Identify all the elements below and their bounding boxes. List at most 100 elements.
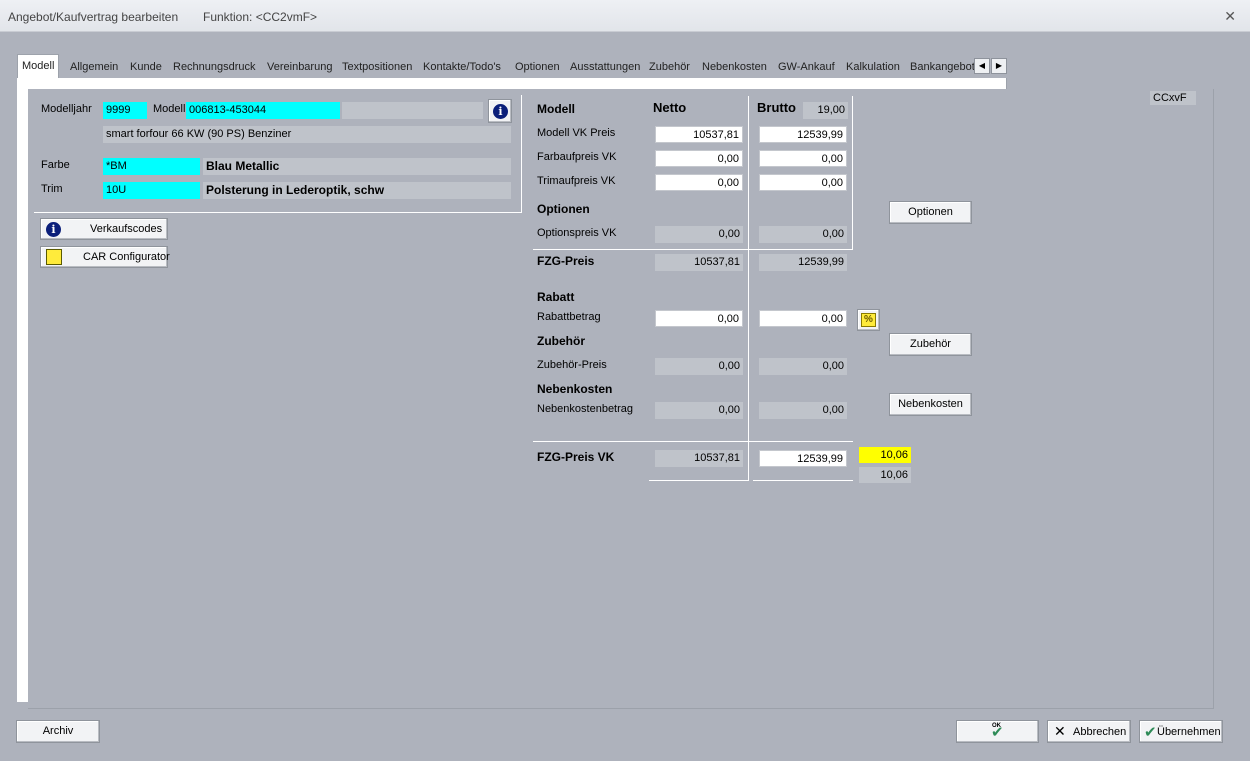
verkaufscodes-label: Verkaufscodes <box>90 223 163 235</box>
optionen-header: Optionen <box>537 202 590 216</box>
trim-name: Polsterung in Lederoptik, schw <box>203 182 511 199</box>
tab-gw-ankauf[interactable]: GW-Ankauf <box>778 56 835 78</box>
fzg-preis-label: FZG-Preis <box>537 254 595 268</box>
farbaufpreis-brutto-field[interactable]: 0,00 <box>759 150 847 167</box>
trimaufpreis-label: Trimaufpreis VK <box>537 175 616 187</box>
tab-zubehoer[interactable]: Zubehör <box>649 56 690 78</box>
tab-kontakte-todos[interactable]: Kontakte/Todo's <box>423 56 501 78</box>
tab-modell[interactable]: Modell <box>17 54 60 78</box>
modell-field[interactable]: 006813-453044 <box>186 102 340 119</box>
verkaufscodes-button[interactable]: i Verkaufscodes <box>40 218 168 240</box>
zubehoer-button[interactable]: Zubehör <box>889 333 972 356</box>
tab-scroll-left-button[interactable]: ◀ <box>974 58 990 74</box>
tab-allgemein[interactable]: Allgemein <box>70 56 118 78</box>
modell-info-button[interactable]: i <box>488 99 512 123</box>
uebernehmen-button[interactable]: ✔ Übernehmen <box>1139 720 1223 743</box>
tab-optionen[interactable]: Optionen <box>515 56 560 78</box>
trimaufpreis-brutto-field[interactable]: 0,00 <box>759 174 847 191</box>
info-icon: i <box>46 222 61 237</box>
brutto-header: Brutto <box>757 100 796 115</box>
farbaufpreis-label: Farbaufpreis VK <box>537 151 617 163</box>
nebenkostenbetrag-netto: 0,00 <box>655 402 743 419</box>
archiv-button[interactable]: Archiv <box>16 720 100 743</box>
zubehoer-preis-netto: 0,00 <box>655 358 743 375</box>
fzg-vk-divider <box>533 441 853 442</box>
rabattbetrag-netto-field[interactable]: 0,00 <box>655 310 743 327</box>
vehicle-right-border <box>521 95 522 213</box>
vat-rate: 19,00 <box>803 102 848 119</box>
netto-brutto-divider <box>748 96 749 480</box>
arrow-right-icon: ▶ <box>995 61 1003 70</box>
abbrechen-label: Abbrechen <box>1073 725 1127 738</box>
farbe-code-field[interactable]: *BM <box>103 158 200 175</box>
zubehoer-preis-brutto: 0,00 <box>759 358 847 375</box>
farbe-name: Blau Metallic <box>203 158 511 175</box>
modell-vk-brutto-field[interactable]: 12539,99 <box>759 126 847 143</box>
tab-nebenkosten[interactable]: Nebenkosten <box>702 56 767 78</box>
margin-yellow: 10,06 <box>859 447 911 463</box>
ok-button[interactable]: OK ✔ <box>956 720 1039 743</box>
zubehoer-header: Zubehör <box>537 334 585 348</box>
modelljahr-label: Modelljahr <box>41 103 92 115</box>
fzg-preis-vk-netto: 10537,81 <box>655 450 743 467</box>
optionspreis-netto: 0,00 <box>655 226 743 243</box>
uebernehmen-label: Übernehmen <box>1157 725 1221 738</box>
tab-kunde[interactable]: Kunde <box>130 56 162 78</box>
tab-bankangebot[interactable]: Bankangebot <box>910 56 974 78</box>
modell-vk-netto-field[interactable]: 10537,81 <box>655 126 743 143</box>
nebenkostenbetrag-label: Nebenkostenbetrag <box>537 403 634 415</box>
window-title: Angebot/Kaufvertrag bearbeiten <box>8 10 179 24</box>
netto-header: Netto <box>653 100 687 115</box>
info-icon: i <box>493 104 508 119</box>
abbrechen-button[interactable]: ✕ Abbrechen <box>1047 720 1131 743</box>
fzg-preis-netto: 10537,81 <box>655 254 743 271</box>
brutto-right-border <box>852 96 853 250</box>
modell-extra-field <box>342 102 483 119</box>
modelljahr-field[interactable]: 9999 <box>103 102 147 119</box>
ok-check-icon: OK ✔ <box>991 723 1004 741</box>
percent-button[interactable]: % <box>857 309 880 331</box>
trimaufpreis-netto-field[interactable]: 0,00 <box>655 174 743 191</box>
car-configurator-icon <box>46 249 62 265</box>
panel-left-edge <box>17 78 28 702</box>
pricing-modell-header: Modell <box>537 102 575 116</box>
nebenkostenbetrag-brutto: 0,00 <box>759 402 847 419</box>
code-label: CCxvF <box>1150 91 1196 105</box>
farbe-label: Farbe <box>41 159 70 171</box>
fzg-preis-vk-label: FZG-Preis VK <box>537 450 615 464</box>
nebenkosten-button[interactable]: Nebenkosten <box>889 393 972 416</box>
vehicle-divider <box>34 212 522 213</box>
rabattbetrag-label: Rabattbetrag <box>537 311 601 323</box>
car-configurator-button[interactable]: CAR Configurator <box>40 246 170 268</box>
window-function: Funktion: <CC2vmF> <box>203 10 318 24</box>
tab-ausstattungen[interactable]: Ausstattungen <box>570 56 640 78</box>
tab-vereinbarung[interactable]: Vereinbarung <box>267 56 332 78</box>
optionen-button[interactable]: Optionen <box>889 201 972 224</box>
close-icon[interactable]: ✕ <box>1224 8 1236 25</box>
brutto-bottom-line <box>753 480 853 481</box>
netto-bottom-line <box>649 480 749 481</box>
tab-scroll-right-button[interactable]: ▶ <box>991 58 1007 74</box>
optionspreis-brutto: 0,00 <box>759 226 847 243</box>
tab-textpositionen[interactable]: Textpositionen <box>342 56 412 78</box>
tab-rechnungsdruck[interactable]: Rechnungsdruck <box>173 56 256 78</box>
cancel-x-icon: ✕ <box>1054 723 1066 739</box>
fzg-preis-brutto: 12539,99 <box>759 254 847 271</box>
farbaufpreis-netto-field[interactable]: 0,00 <box>655 150 743 167</box>
car-configurator-label: CAR Configurator <box>83 251 170 263</box>
rabattbetrag-brutto-field[interactable]: 0,00 <box>759 310 847 327</box>
trim-code-field[interactable]: 10U <box>103 182 200 199</box>
fzg-divider <box>533 249 853 250</box>
modell-description: smart forfour 66 KW (90 PS) Benziner <box>103 126 511 143</box>
modell-label: Modell <box>153 103 186 115</box>
fzg-preis-vk-brutto-field[interactable]: 12539,99 <box>759 450 847 467</box>
tab-kalkulation[interactable]: Kalkulation <box>846 56 900 78</box>
optionspreis-label: Optionspreis VK <box>537 227 617 239</box>
modell-vk-label: Modell VK Preis <box>537 127 616 139</box>
zubehoer-preis-label: Zubehör-Preis <box>537 359 607 371</box>
title-bar: Angebot/Kaufvertrag bearbeiten Funktion:… <box>0 0 1250 32</box>
nebenkosten-header: Nebenkosten <box>537 382 613 396</box>
percent-icon: % <box>861 313 876 327</box>
rabatt-header: Rabatt <box>537 290 575 304</box>
trim-label: Trim <box>41 183 63 195</box>
